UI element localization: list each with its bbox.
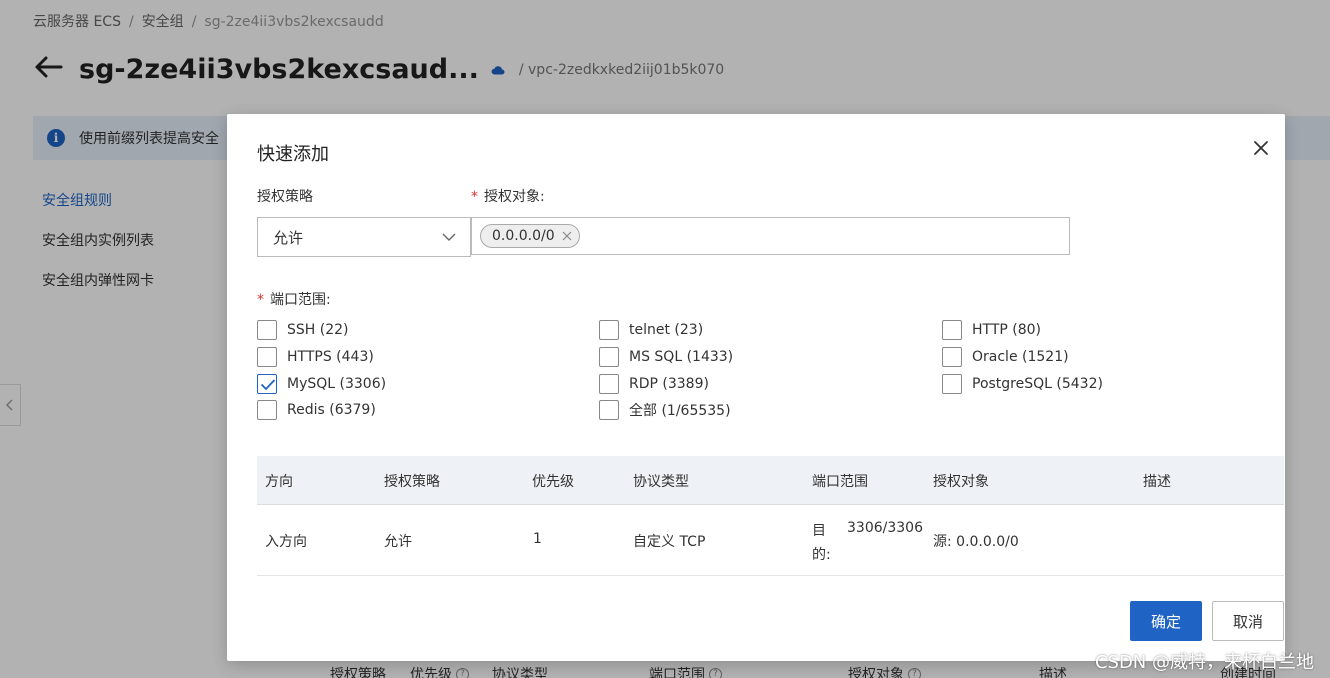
checkbox[interactable] bbox=[942, 347, 962, 367]
chevron-down-icon bbox=[442, 233, 456, 241]
checkbox[interactable] bbox=[942, 374, 962, 394]
policy-select-value: 允许 bbox=[273, 228, 304, 247]
check-icon bbox=[260, 379, 276, 391]
cancel-button[interactable]: 取消 bbox=[1212, 601, 1284, 641]
cell-protocol: 自定义 TCP bbox=[633, 534, 706, 550]
dialog-title: 快速添加 bbox=[257, 144, 329, 165]
close-icon[interactable] bbox=[1249, 136, 1273, 160]
port-option-https[interactable]: HTTPS (443) bbox=[257, 347, 374, 367]
port-option-label: RDP (3389) bbox=[629, 376, 709, 392]
port-range-label: * 端口范围: bbox=[257, 289, 331, 309]
port-option-postgresql[interactable]: PostgreSQL (5432) bbox=[942, 374, 1103, 394]
table-row: 入方向 允许 1 自定义 TCP 目的: 3306/3306 源: 0.0.0.… bbox=[257, 505, 1284, 576]
checkbox[interactable] bbox=[257, 347, 277, 367]
checkbox[interactable] bbox=[599, 320, 619, 340]
col-priority: 优先级 bbox=[532, 474, 574, 490]
table-header: 方向 授权策略 优先级 协议类型 端口范围 授权对象 描述 bbox=[257, 456, 1284, 505]
port-option-label: PostgreSQL (5432) bbox=[972, 376, 1103, 392]
port-option-ssh[interactable]: SSH (22) bbox=[257, 320, 349, 340]
checkbox[interactable] bbox=[599, 374, 619, 394]
port-range-label-text: 端口范围: bbox=[270, 292, 331, 308]
checkbox[interactable] bbox=[599, 347, 619, 367]
checkbox[interactable] bbox=[257, 400, 277, 420]
col-description: 描述 bbox=[1143, 474, 1171, 490]
port-option-redis[interactable]: Redis (6379) bbox=[257, 400, 376, 420]
col-direction: 方向 bbox=[265, 474, 293, 490]
checkbox[interactable] bbox=[257, 320, 277, 340]
target-label: * 授权对象: bbox=[471, 186, 545, 206]
cell-target: 源: 0.0.0.0/0 bbox=[933, 534, 1019, 550]
target-label-text: 授权对象: bbox=[484, 189, 545, 205]
watermark: CSDN @威特，来杯白兰地 bbox=[1094, 652, 1314, 673]
port-option-label: MS SQL (1433) bbox=[629, 349, 734, 365]
port-option-label: MySQL (3306) bbox=[287, 376, 387, 392]
port-option-mssql[interactable]: MS SQL (1433) bbox=[599, 347, 733, 367]
checkbox[interactable] bbox=[942, 320, 962, 340]
col-target: 授权对象 bbox=[933, 474, 989, 490]
policy-label: 授权策略 bbox=[257, 189, 313, 205]
port-option-all[interactable]: 全部 (1/65535) bbox=[599, 400, 731, 420]
port-option-label: HTTPS (443) bbox=[287, 349, 374, 365]
port-option-label: telnet (23) bbox=[629, 322, 704, 338]
cell-port-prefix-line2: 的: bbox=[812, 547, 831, 563]
policy-select[interactable]: 允许 bbox=[257, 217, 471, 257]
required-mark: * bbox=[471, 189, 478, 205]
port-option-oracle[interactable]: Oracle (1521) bbox=[942, 347, 1069, 367]
port-option-telnet[interactable]: telnet (23) bbox=[599, 320, 703, 340]
checkbox[interactable] bbox=[599, 400, 619, 420]
cell-port-value: 3306/3306 bbox=[847, 520, 923, 536]
rule-preview-table: 方向 授权策略 优先级 协议类型 端口范围 授权对象 描述 入方向 允许 1 自… bbox=[257, 456, 1284, 576]
confirm-button[interactable]: 确定 bbox=[1130, 601, 1202, 641]
port-option-label: HTTP (80) bbox=[972, 322, 1042, 338]
port-option-label: 全部 (1/65535) bbox=[629, 403, 731, 419]
cell-priority: 1 bbox=[533, 531, 542, 547]
cell-port-prefix: 目的: bbox=[812, 519, 831, 567]
port-option-mysql[interactable]: MySQL (3306) bbox=[257, 374, 386, 394]
port-option-label: Redis (6379) bbox=[287, 402, 376, 418]
cell-direction: 入方向 bbox=[265, 534, 307, 550]
col-protocol: 协议类型 bbox=[633, 474, 689, 490]
col-policy: 授权策略 bbox=[384, 474, 440, 490]
tag-close-icon[interactable] bbox=[562, 231, 572, 241]
target-tag-input[interactable]: 0.0.0.0/0 bbox=[471, 217, 1070, 255]
port-option-http[interactable]: HTTP (80) bbox=[942, 320, 1041, 340]
target-tag: 0.0.0.0/0 bbox=[480, 224, 580, 248]
target-tag-label: 0.0.0.0/0 bbox=[492, 228, 555, 244]
port-option-rdp[interactable]: RDP (3389) bbox=[599, 374, 709, 394]
port-checkbox-group: SSH (22) telnet (23) HTTP (80) HTTPS (44… bbox=[257, 318, 1257, 428]
port-option-label: SSH (22) bbox=[287, 322, 349, 338]
checkbox-checked[interactable] bbox=[257, 374, 277, 394]
port-option-label: Oracle (1521) bbox=[972, 349, 1069, 365]
quick-add-dialog: 快速添加 授权策略 * 授权对象: 允许 0.0.0.0/0 * 端口范围: SSH… bbox=[227, 114, 1285, 661]
col-port: 端口范围 bbox=[812, 474, 868, 490]
required-mark: * bbox=[257, 292, 264, 308]
cell-policy: 允许 bbox=[384, 534, 412, 550]
cell-port-prefix-line1: 目 bbox=[812, 523, 826, 539]
